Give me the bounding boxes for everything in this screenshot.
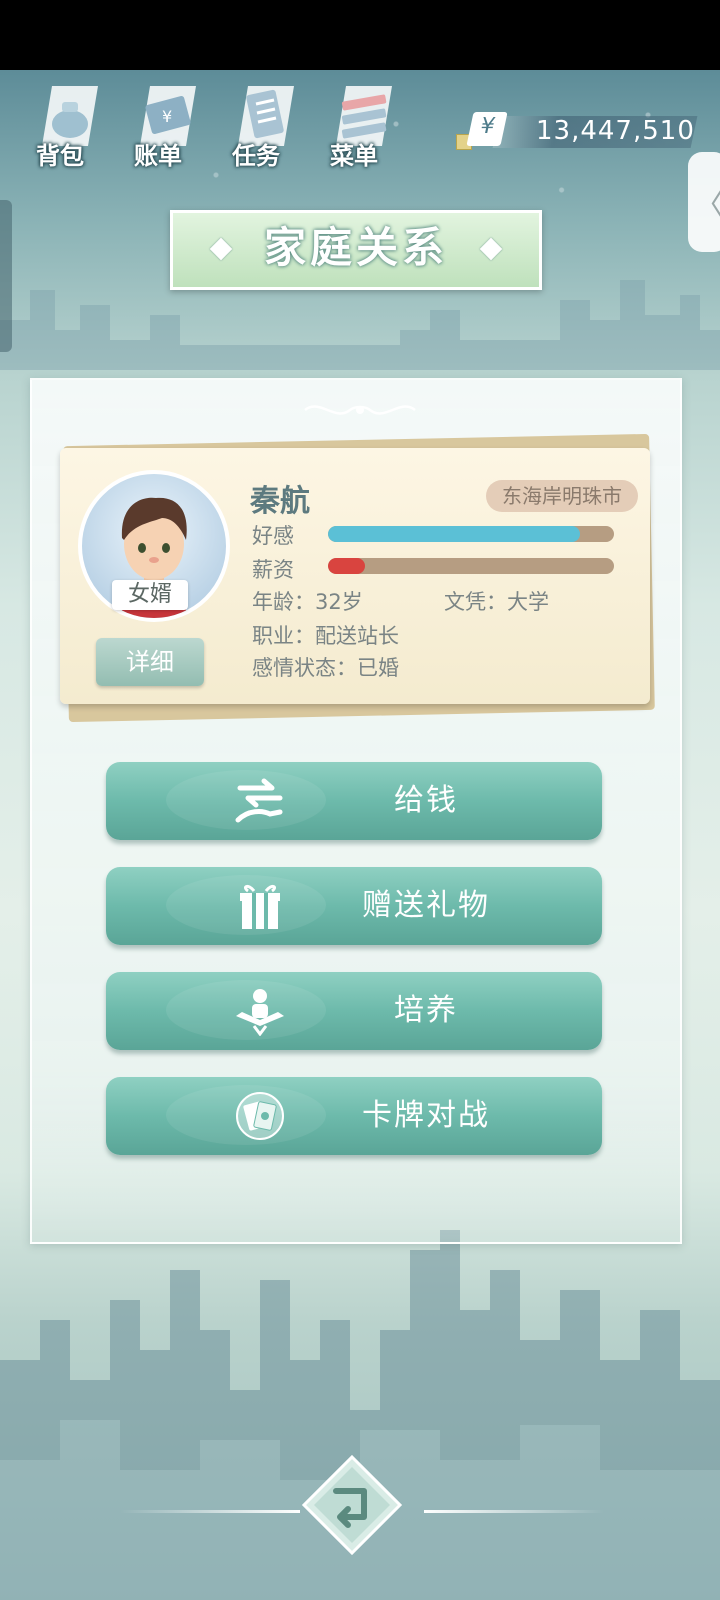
salary-fill xyxy=(328,558,366,574)
toolbar-label: 任务 xyxy=(232,142,280,170)
detail-button[interactable]: 详细 xyxy=(96,638,204,686)
yen-icon: ¥ xyxy=(466,112,508,146)
card-battle-button[interactable]: 卡牌对战 xyxy=(106,1077,602,1155)
page-title: 家庭关系 xyxy=(263,223,448,272)
person-name: 秦航 xyxy=(250,484,310,519)
divider-ornament xyxy=(120,1510,300,1513)
favorability-bar xyxy=(328,526,614,542)
salary-label: 薪资 xyxy=(252,558,294,582)
toolbar-label: 菜单 xyxy=(330,142,378,170)
toolbar-bill[interactable]: ¥ 账单 xyxy=(118,80,208,180)
scroll-ornament-icon xyxy=(304,405,416,415)
send-gift-button[interactable]: 赠送礼物 xyxy=(106,867,602,945)
give-money-button[interactable]: 给钱 xyxy=(106,762,602,840)
toolbar-label: 背包 xyxy=(36,142,84,170)
toolbar-task[interactable]: 任务 xyxy=(216,80,306,180)
diamond-ornament-icon xyxy=(209,237,233,261)
money-amount: 13,447,510 xyxy=(536,116,695,146)
marital-status-text: 感情状态：已婚 xyxy=(252,656,399,680)
toolbar-menu[interactable]: 菜单 xyxy=(314,80,404,180)
back-button[interactable] xyxy=(302,1455,402,1555)
age-text: 年龄：32岁 xyxy=(252,590,363,614)
action-label: 卡牌对战 xyxy=(362,1098,490,1133)
chevron-left-icon: 〈 xyxy=(694,180,720,224)
relation-badge: 女婿 xyxy=(112,580,188,610)
job-text: 职业：配送站长 xyxy=(252,624,399,648)
favorability-label: 好感 xyxy=(252,524,294,548)
divider-ornament xyxy=(424,1510,604,1513)
diamond-ornament-icon xyxy=(479,237,503,261)
action-label: 培养 xyxy=(394,993,458,1028)
page-title-banner: 家庭关系 xyxy=(170,210,542,290)
money-display: ¥ 13,447,510 xyxy=(456,112,698,152)
location-badge: 东海岸明珠市 xyxy=(486,480,638,512)
action-label: 给钱 xyxy=(394,783,458,818)
svg-text:¥: ¥ xyxy=(162,107,172,126)
toolbar-label: 账单 xyxy=(134,142,182,170)
status-bar xyxy=(0,0,720,70)
action-label: 赠送礼物 xyxy=(362,888,490,923)
train-button[interactable]: 培养 xyxy=(106,972,602,1050)
toolbar-bag[interactable]: 背包 xyxy=(20,80,110,180)
side-drawer-tab[interactable]: 〈 xyxy=(688,152,720,252)
salary-bar xyxy=(328,558,614,574)
education-text: 文凭：大学 xyxy=(444,590,549,614)
left-edge-tab[interactable] xyxy=(0,200,12,352)
favorability-fill xyxy=(328,526,580,542)
